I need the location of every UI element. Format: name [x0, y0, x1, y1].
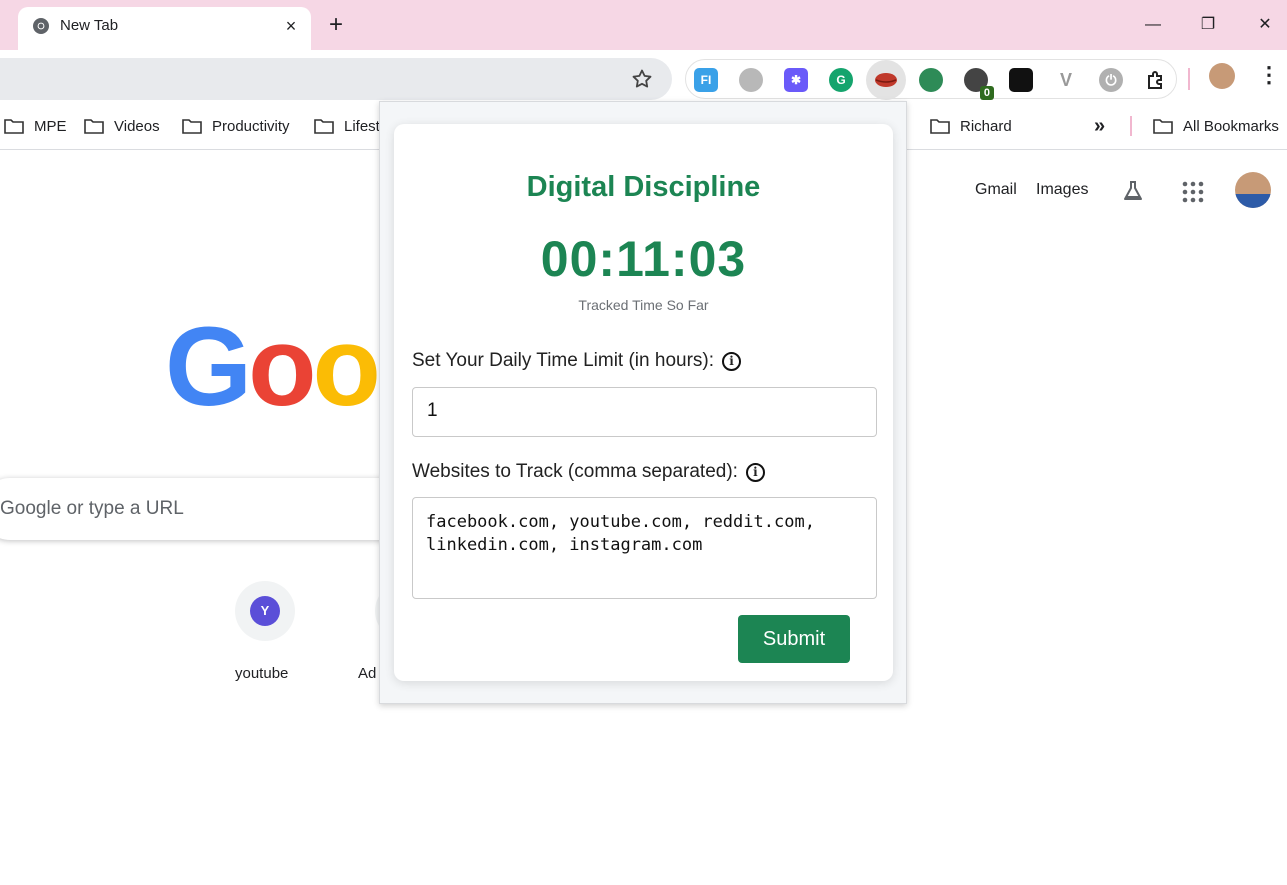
folder-icon	[314, 119, 334, 134]
limit-info-icon[interactable]: i	[722, 351, 742, 371]
popup-card: Digital Discipline 00:11:03 Tracked Time…	[394, 124, 893, 681]
tab-close-icon[interactable]: ×	[279, 14, 303, 38]
toolbar-divider	[1188, 68, 1190, 90]
timer-caption: Tracked Time So Far	[578, 297, 709, 313]
bookmark-videos[interactable]: Videos	[84, 115, 160, 137]
shortcut-label: youtube	[235, 665, 289, 682]
bookmark-label: Richard	[960, 117, 1012, 135]
bookmark-label: Lifest	[344, 117, 380, 135]
folder-icon	[4, 119, 24, 134]
tab-new-tab[interactable]: New Tab ×	[18, 7, 311, 50]
shortcut-favicon: Y	[250, 596, 280, 626]
folder-icon	[1153, 119, 1173, 134]
menu-icon[interactable]: ⋮	[1258, 62, 1280, 90]
minimize-button[interactable]: —	[1136, 10, 1170, 40]
bookmarks-divider	[1130, 116, 1132, 136]
folder-icon	[182, 119, 202, 134]
lips-ext-icon[interactable]	[866, 60, 906, 100]
grammarly-icon[interactable]: G	[829, 68, 853, 92]
tracker-ext-icon[interactable]: 0	[964, 68, 994, 100]
fi-ext-icon[interactable]: FI	[694, 68, 718, 92]
bookmark-label: All Bookmarks	[1183, 117, 1279, 135]
close-window-button[interactable]: ✕	[1248, 10, 1282, 40]
images-link[interactable]: Images	[1036, 181, 1088, 199]
submit-button[interactable]: Submit	[738, 615, 850, 663]
address-bar[interactable]	[0, 58, 672, 100]
sites-label: Websites to Track (comma separated): i	[412, 461, 765, 483]
vue-icon[interactable]: V	[1054, 68, 1078, 92]
extensions-bar: FI ✱ G 0 V ⏻	[685, 59, 1177, 100]
maximize-button[interactable]: ❐	[1191, 10, 1225, 40]
alien-ext-icon[interactable]	[739, 68, 763, 92]
bookmark-label: MPE	[34, 117, 67, 135]
apps-grid-icon[interactable]	[1182, 181, 1204, 203]
labs-flask-icon[interactable]	[1121, 179, 1145, 203]
power-icon[interactable]: ⏻	[1099, 68, 1123, 92]
chrome-icon	[33, 18, 49, 34]
globe-ext-icon[interactable]	[919, 68, 943, 92]
shortcut-label: Ad	[358, 665, 377, 682]
daily-limit-input[interactable]: 1	[412, 387, 877, 437]
all-bookmarks[interactable]: All Bookmarks	[1153, 115, 1279, 137]
bookmark-richard[interactable]: Richard	[930, 115, 1012, 137]
popup-title: Digital Discipline	[526, 171, 761, 203]
sites-label-text: Websites to Track (comma separated):	[412, 461, 738, 482]
bookmark-label: Productivity	[212, 117, 290, 135]
limit-label-text: Set Your Daily Time Limit (in hours):	[412, 350, 715, 371]
sites-info-icon[interactable]: i	[745, 462, 765, 482]
account-avatar[interactable]	[1235, 172, 1271, 208]
folder-icon	[84, 119, 104, 134]
search-placeholder: Google or type a URL	[0, 498, 184, 519]
browser-toolbar: FI ✱ G 0 V ⏻ ⋮	[0, 50, 1287, 102]
tracker-badge: 0	[979, 86, 994, 100]
folder-icon	[930, 119, 950, 134]
gmail-link[interactable]: Gmail	[975, 181, 1017, 199]
openai-icon[interactable]	[1009, 68, 1033, 92]
limit-label: Set Your Daily Time Limit (in hours): i	[412, 350, 742, 372]
bookmark-productivity[interactable]: Productivity	[182, 115, 290, 137]
profile-avatar[interactable]	[1209, 63, 1235, 89]
asterisk-ext-icon[interactable]: ✱	[784, 68, 808, 92]
puzzle-icon[interactable]	[1144, 68, 1168, 92]
bookmarks-overflow-icon[interactable]: »	[1094, 115, 1105, 137]
bookmark-star-icon[interactable]	[630, 67, 654, 91]
tracked-timer: 00:11:03	[540, 231, 747, 287]
bookmark-mpe[interactable]: MPE	[4, 115, 67, 137]
sites-textarea[interactable]: facebook.com, youtube.com, reddit.com, l…	[412, 497, 877, 599]
tab-title: New Tab	[60, 17, 119, 34]
extension-popup: Digital Discipline 00:11:03 Tracked Time…	[379, 101, 907, 704]
shortcut-youtube[interactable]: Y	[235, 581, 295, 641]
bookmark-label: Videos	[114, 117, 160, 135]
lips-icon	[875, 73, 897, 87]
bookmark-lifestyle[interactable]: Lifest	[314, 115, 380, 137]
new-tab-button[interactable]: +	[322, 12, 350, 40]
browser-titlebar: New Tab × + — ❐ ✕	[0, 0, 1287, 50]
